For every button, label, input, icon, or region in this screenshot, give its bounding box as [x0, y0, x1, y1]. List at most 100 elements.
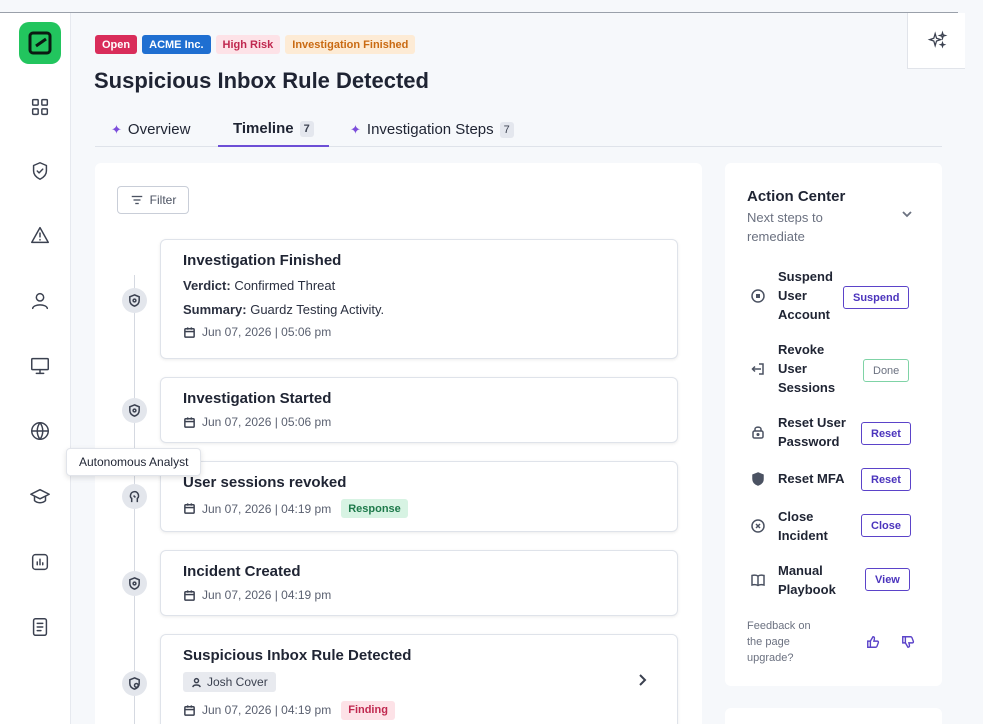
close-incident-button[interactable]: Close [861, 514, 911, 537]
date-text: Jun 07, 2026 | 04:19 pm [202, 703, 332, 717]
tab-count: 7 [499, 121, 514, 138]
chevron-right-icon[interactable] [635, 673, 649, 692]
shield-icon [122, 571, 147, 596]
verdict-line: Verdict: Confirmed Threat [183, 278, 655, 293]
guardz-logo[interactable] [19, 22, 61, 64]
date-text: Jun 07, 2026 | 05:06 pm [202, 415, 332, 429]
card-title: User sessions revoked [183, 474, 347, 491]
header-badges: Open ACME Inc. High Risk Investigation F… [95, 35, 416, 54]
card-title: Suspicious Inbox Rule Detected [183, 647, 412, 664]
investigation-badge: Investigation Finished [285, 35, 416, 54]
reset-mfa-button[interactable]: Reset [861, 468, 911, 491]
company-badge[interactable]: ACME Inc. [142, 35, 211, 54]
dashboard-icon[interactable] [26, 93, 54, 121]
thumbs-down-icon[interactable] [901, 635, 915, 654]
user-icon[interactable] [26, 287, 54, 315]
analyst-icon [122, 484, 147, 509]
logo-mark-icon [28, 31, 52, 55]
timeline-card-sessions-revoked[interactable]: User sessions revoked Jun 07, 2026 | 04:… [160, 461, 678, 532]
chevron-down-icon[interactable] [901, 207, 913, 225]
status-badge: Open [95, 35, 138, 54]
shield-check-icon[interactable] [26, 157, 54, 185]
tab-label: Timeline [233, 120, 294, 137]
done-button[interactable]: Done [863, 359, 910, 382]
sidebar-tooltip: Autonomous Analyst [66, 448, 202, 476]
response-tag: Response [341, 499, 408, 518]
suspend-icon [750, 288, 772, 304]
tab-bar: ✦ Overview Timeline 7 ✦ Investigation St… [95, 112, 942, 147]
close-circle-icon [750, 518, 772, 534]
timeline-card-suspicious-inbox-rule[interactable]: Suspicious Inbox Rule Detected Josh Cove… [160, 634, 678, 724]
alert-triangle-icon[interactable] [26, 221, 54, 249]
calendar-icon [184, 589, 195, 601]
graduation-cap-icon[interactable] [26, 483, 54, 511]
user-icon [192, 677, 201, 687]
calendar-icon [184, 704, 195, 716]
timeline-panel: Filter Investigation Finished Verdict: C… [95, 163, 702, 724]
reports-icon[interactable] [26, 548, 54, 576]
tab-label: Investigation Steps [366, 121, 494, 138]
ai-assistant-button[interactable] [907, 13, 965, 69]
lock-icon [750, 424, 772, 440]
action-label: Close Incident [778, 509, 828, 543]
suspend-button[interactable]: Suspend [843, 286, 910, 309]
top-divider [0, 12, 958, 13]
action-label: Suspend User Account [778, 269, 833, 322]
tab-overview[interactable]: ✦ Overview [111, 112, 190, 147]
date-text: Jun 07, 2026 | 05:06 pm [202, 325, 332, 339]
filter-button[interactable]: Filter [117, 186, 189, 214]
action-label: Reset User Password [778, 415, 846, 449]
card-title: Incident Created [183, 563, 301, 580]
date-text: Jun 07, 2026 | 04:19 pm [202, 588, 332, 602]
timeline-card-investigation-started[interactable]: Investigation Started Jun 07, 2026 | 05:… [160, 377, 678, 443]
shield-icon [122, 398, 147, 423]
card-title: Investigation Finished [183, 252, 342, 269]
shield-user-icon [122, 671, 147, 696]
tab-count: 7 [299, 120, 314, 137]
action-center-title: Action Center [747, 188, 846, 205]
card-title: Investigation Started [183, 390, 332, 407]
shield-icon [750, 471, 772, 487]
tab-label: Overview [127, 121, 191, 138]
timeline-card-incident-created[interactable]: Incident Created Jun 07, 2026 | 04:19 pm [160, 550, 678, 616]
book-icon [750, 572, 772, 588]
sidebar [0, 13, 71, 724]
card-date: Jun 07, 2026 | 04:19 pm Finding [183, 700, 655, 720]
filter-label: Filter [149, 193, 177, 207]
summary-line: Summary: Guardz Testing Activity. [183, 302, 655, 317]
summary-label: Summary: [183, 302, 247, 317]
page-title: Suspicious Inbox Rule Detected [94, 68, 429, 93]
calendar-icon [184, 503, 195, 514]
action-center-panel: Action Center Next steps to remediate Su… [725, 163, 942, 686]
view-playbook-button[interactable]: View [865, 568, 910, 591]
user-name: Josh Cover [207, 675, 268, 689]
calendar-icon [184, 326, 195, 338]
globe-icon[interactable] [26, 417, 54, 445]
card-date: Jun 07, 2026 | 05:06 pm [183, 325, 655, 339]
sparkle-icon [927, 30, 947, 49]
verdict-label: Verdict: [183, 278, 231, 293]
monitor-icon[interactable] [26, 352, 54, 380]
action-label: Revoke User Sessions [778, 342, 836, 395]
action-label: Reset MFA [778, 471, 845, 486]
user-chip[interactable]: Josh Cover [183, 672, 276, 692]
action-center-subtitle: Next steps to remediate [747, 210, 823, 244]
tab-investigation-steps[interactable]: ✦ Investigation Steps 7 [350, 112, 514, 147]
document-icon[interactable] [26, 613, 54, 641]
action-label: Manual Playbook [778, 563, 836, 597]
shield-icon [122, 288, 147, 313]
card-date: Jun 07, 2026 | 04:19 pm Response [183, 499, 655, 518]
filter-icon [131, 195, 142, 205]
calendar-icon [184, 416, 195, 428]
thumbs-up-icon[interactable] [866, 635, 880, 654]
sparkle-icon: ✦ [111, 121, 122, 137]
timeline-card-investigation-finished[interactable]: Investigation Finished Verdict: Confirme… [160, 239, 678, 359]
reset-password-button[interactable]: Reset [861, 422, 911, 445]
sparkle-icon: ✦ [350, 121, 361, 137]
finding-tag: Finding [341, 700, 395, 720]
date-text: Jun 07, 2026 | 04:19 pm [202, 501, 332, 516]
summary-value: Guardz Testing Activity. [250, 302, 385, 317]
card-date: Jun 07, 2026 | 04:19 pm [183, 588, 655, 602]
tab-timeline[interactable]: Timeline 7 [218, 112, 329, 147]
card-date: Jun 07, 2026 | 05:06 pm [183, 415, 655, 429]
